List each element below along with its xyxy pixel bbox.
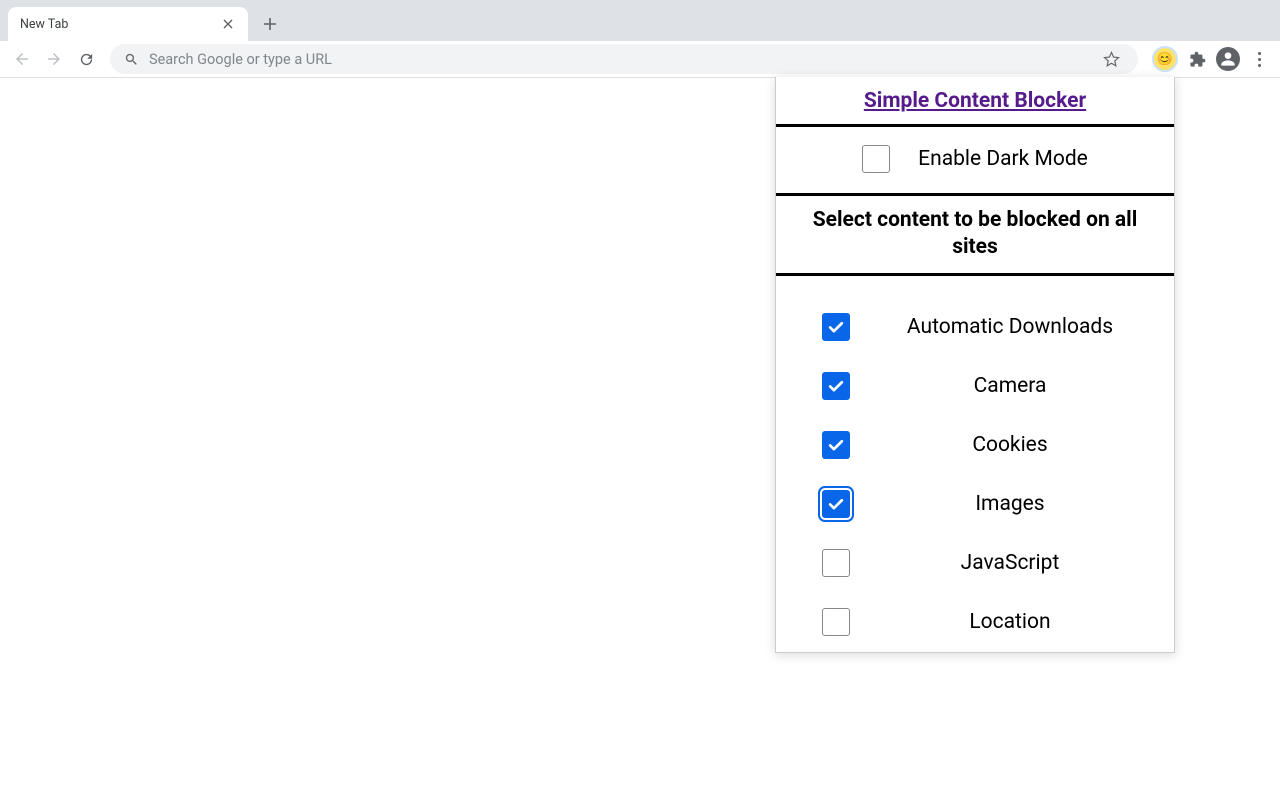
- block-item-label: Location: [896, 610, 1174, 634]
- browser-menu-button[interactable]: [1246, 46, 1272, 72]
- reload-button[interactable]: [72, 45, 100, 73]
- extension-icon[interactable]: 😊: [1152, 46, 1178, 72]
- block-item-label: Images: [896, 492, 1174, 516]
- block-item-label: JavaScript: [896, 551, 1174, 575]
- block-item-row: Camera: [776, 357, 1174, 416]
- tab-title: New Tab: [20, 17, 220, 32]
- browser-tab[interactable]: New Tab: [8, 7, 248, 41]
- new-tab-button[interactable]: [256, 10, 284, 38]
- block-item-row: Images: [776, 475, 1174, 534]
- block-item-label: Cookies: [896, 433, 1174, 457]
- block-item-label: Camera: [896, 374, 1174, 398]
- block-item-label: Automatic Downloads: [896, 315, 1174, 339]
- section-heading: Select content to be blocked on all site…: [776, 196, 1174, 273]
- tab-strip: New Tab: [0, 0, 1280, 41]
- block-item-checkbox[interactable]: [822, 549, 850, 577]
- block-item-checkbox[interactable]: [822, 608, 850, 636]
- omnibox-placeholder: Search Google or type a URL: [149, 51, 1103, 68]
- browser-toolbar: Search Google or type a URL 😊: [0, 41, 1280, 78]
- bookmark-star-icon[interactable]: [1103, 51, 1120, 68]
- extensions-puzzle-icon[interactable]: [1184, 46, 1210, 72]
- address-bar[interactable]: Search Google or type a URL: [110, 44, 1138, 74]
- block-item-row: JavaScript: [776, 534, 1174, 593]
- forward-button[interactable]: [40, 45, 68, 73]
- close-tab-icon[interactable]: [220, 16, 236, 32]
- dark-mode-row: Enable Dark Mode: [776, 127, 1174, 193]
- block-list: Automatic Downloads Camera Cookies Images Ja…: [776, 276, 1174, 652]
- block-item-row: Cookies: [776, 416, 1174, 475]
- popup-title: Simple Content Blocker: [776, 77, 1174, 124]
- block-item-row: Automatic Downloads: [776, 298, 1174, 357]
- dark-mode-label: Enable Dark Mode: [918, 147, 1088, 171]
- profile-avatar-icon[interactable]: [1216, 47, 1240, 71]
- dark-mode-checkbox[interactable]: [862, 145, 890, 173]
- block-item-row: Location: [776, 593, 1174, 652]
- popup-title-link[interactable]: Simple Content Blocker: [864, 89, 1086, 113]
- block-item-checkbox[interactable]: [822, 372, 850, 400]
- extension-popup: Simple Content Blocker Enable Dark Mode …: [775, 77, 1175, 653]
- back-button[interactable]: [8, 45, 36, 73]
- search-icon: [124, 52, 139, 67]
- block-item-checkbox[interactable]: [822, 431, 850, 459]
- block-item-checkbox[interactable]: [822, 313, 850, 341]
- block-item-checkbox[interactable]: [822, 490, 850, 518]
